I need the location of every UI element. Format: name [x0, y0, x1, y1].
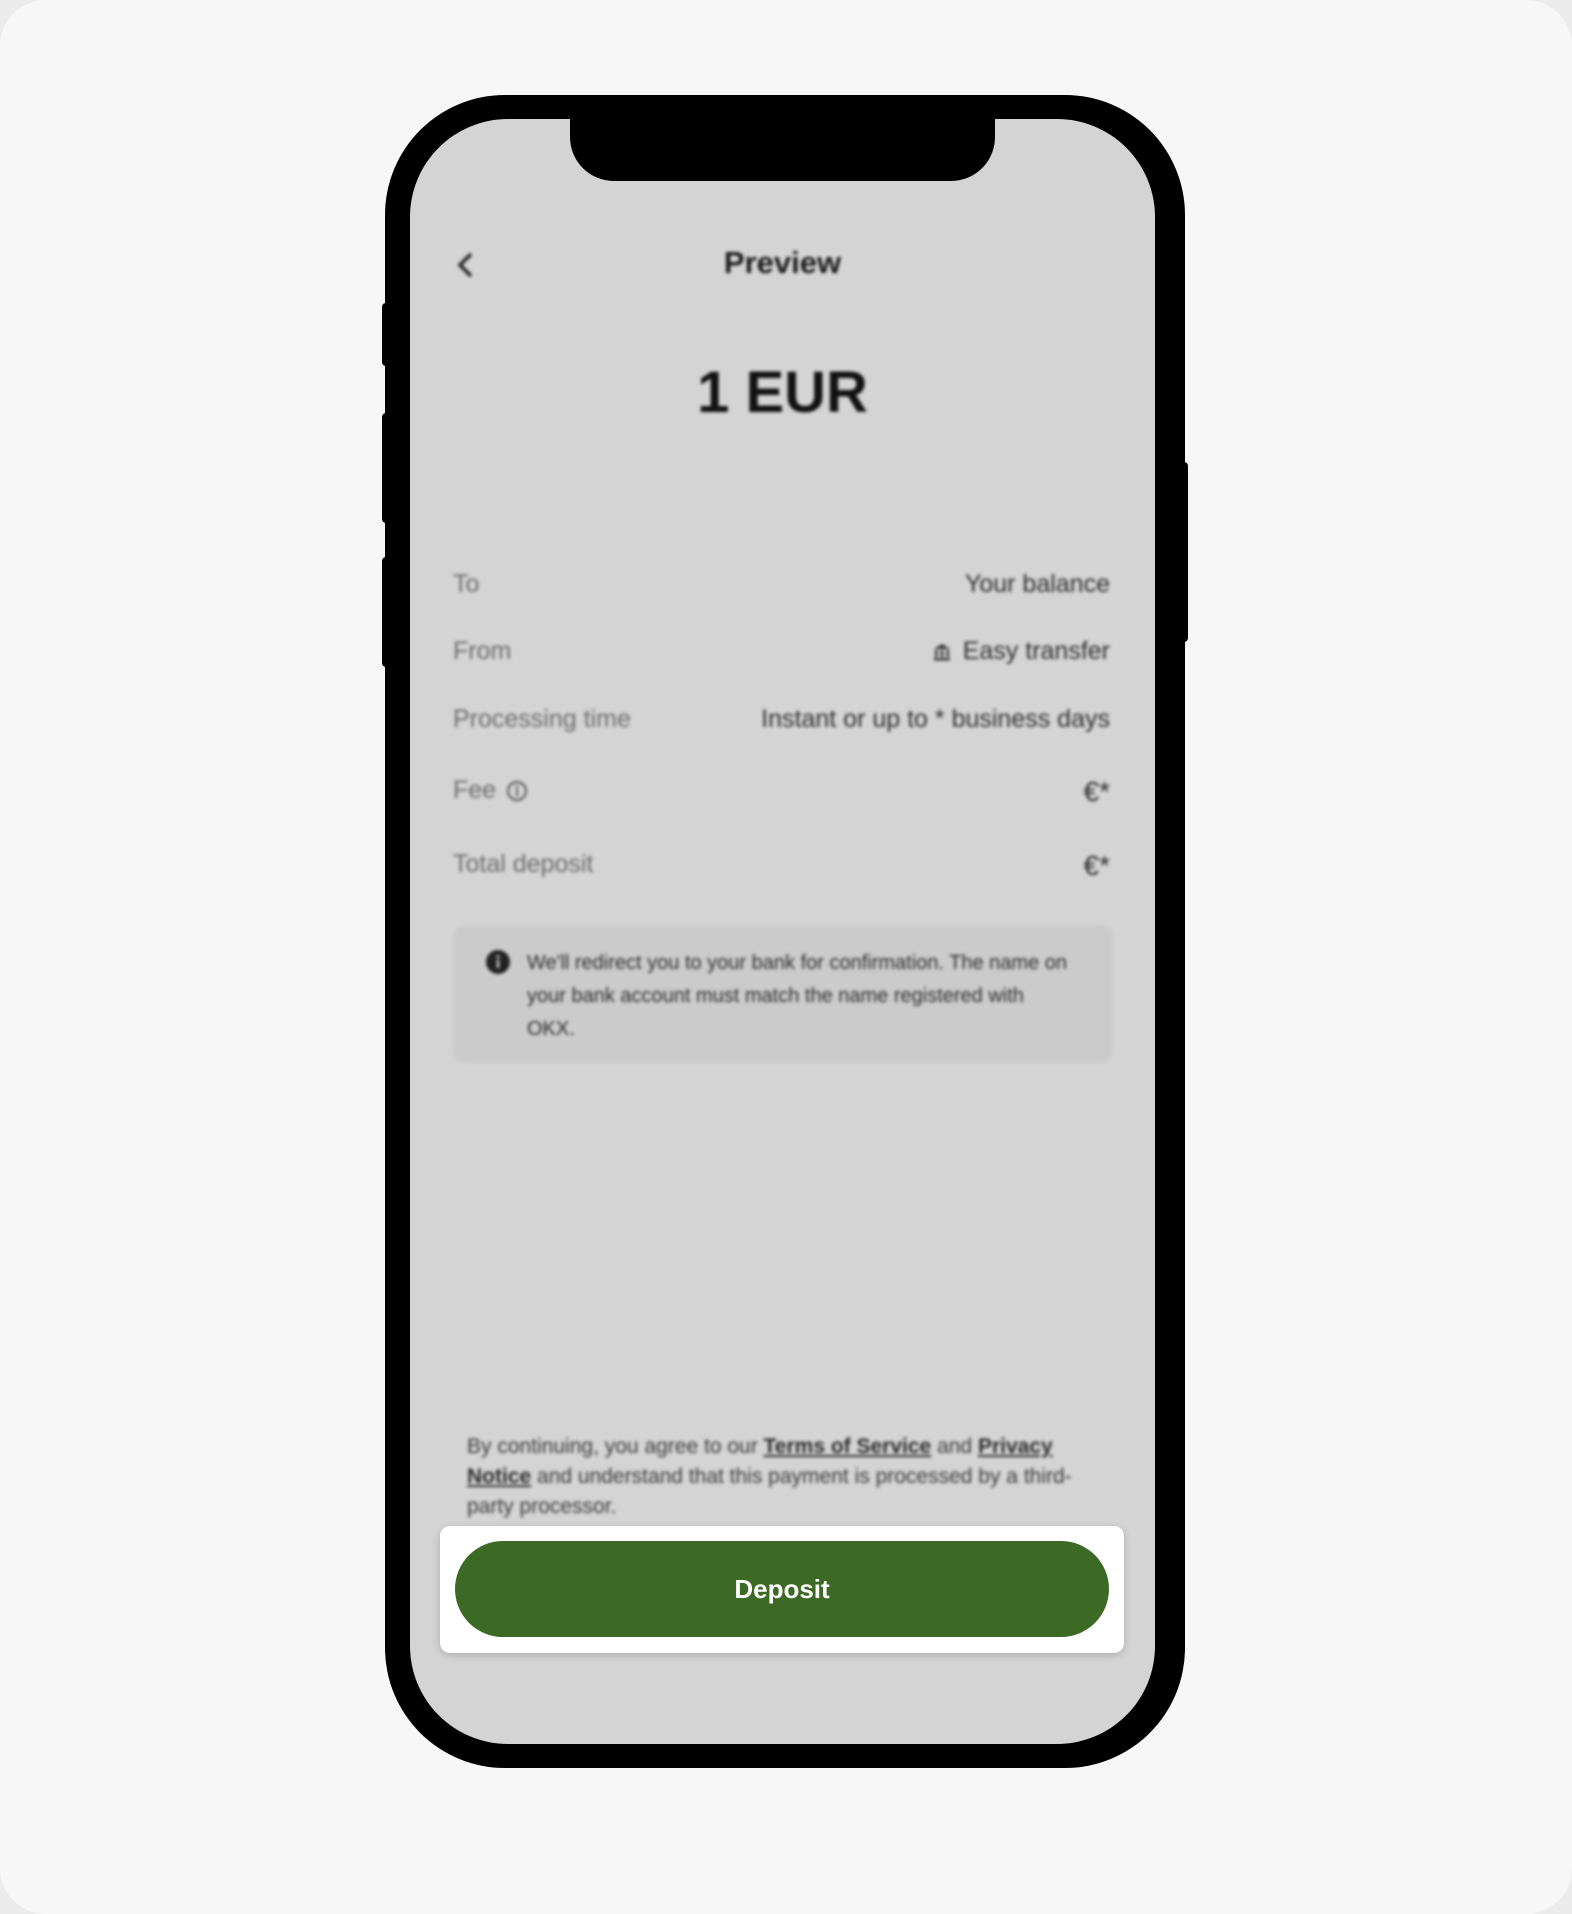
processing-time-value: Instant or up to * business days — [761, 705, 1110, 733]
total-deposit-label: Total deposit — [453, 850, 594, 878]
terms-suffix: and understand that this payment is proc… — [467, 1465, 1072, 1518]
terms-text: By continuing, you agree to our Terms of… — [467, 1432, 1097, 1522]
terms-and: and — [931, 1435, 978, 1458]
fee-label-group: Fee — [453, 776, 528, 805]
from-label: From — [453, 637, 512, 665]
phone-screen: Preview 1 EUR To Your balance From Easy … — [410, 119, 1155, 1744]
from-value: Easy transfer — [962, 637, 1110, 665]
page-title: Preview — [723, 245, 842, 280]
fee-value: €* — [1083, 776, 1110, 807]
processing-time-label: Processing time — [453, 705, 631, 733]
detail-row-from: From Easy transfer — [453, 637, 1110, 677]
bank-icon — [933, 643, 950, 660]
detail-row-to: To Your balance — [453, 570, 1110, 610]
phone-notch — [570, 119, 995, 181]
detail-row-processing-time: Processing time Instant or up to * busin… — [453, 705, 1110, 745]
fee-label: Fee — [453, 776, 497, 804]
detail-row-fee: Fee €* — [453, 776, 1110, 816]
notice-text: We'll redirect you to your bank for conf… — [527, 952, 1068, 1040]
terms-prefix: By continuing, you agree to our — [467, 1435, 764, 1458]
bank-redirect-notice: We'll redirect you to your bank for conf… — [453, 925, 1113, 1063]
blurred-content: Preview 1 EUR To Your balance From Easy … — [410, 119, 1155, 1744]
deposit-amount: 1 EUR — [697, 360, 868, 425]
to-label: To — [453, 570, 480, 598]
info-circle-icon[interactable] — [506, 780, 528, 802]
deposit-button[interactable]: Deposit — [455, 1541, 1109, 1637]
detail-row-total-deposit: Total deposit €* — [453, 850, 1110, 890]
from-value-group: Easy transfer — [931, 637, 1110, 666]
terms-of-service-link[interactable]: Terms of Service — [764, 1435, 932, 1458]
to-value: Your balance — [964, 570, 1110, 598]
total-deposit-value: €* — [1083, 850, 1110, 881]
info-filled-icon — [486, 950, 510, 974]
